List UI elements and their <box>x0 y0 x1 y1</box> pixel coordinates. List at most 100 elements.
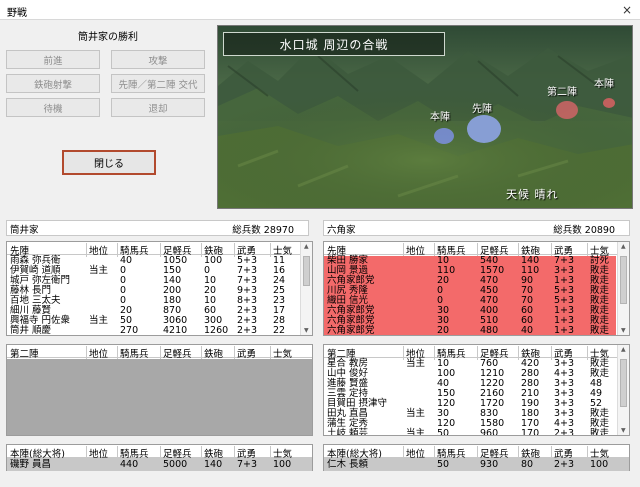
right-daini-table[interactable]: 第二陣 地位 騎馬兵 足軽兵 鉄砲 武勇 士気 星合 教房 当主 10 760 420 3+3 敗走 山中 … <box>323 344 630 436</box>
table-cell: 100 <box>273 459 292 470</box>
wait-button[interactable]: 待機 <box>6 98 100 117</box>
table-cell: 磯野 員昌 <box>10 459 52 470</box>
scroll-up-icon[interactable]: ▲ <box>621 346 626 353</box>
col-header-unit: 第二陣 <box>10 349 39 360</box>
col-header-rank: 地位 <box>86 346 108 360</box>
table-cell: 480 <box>480 325 499 336</box>
table-cell: 筒井 順慶 <box>10 325 52 336</box>
col-header-valor: 武勇 <box>234 346 256 360</box>
map-label-left-senjin: 先陣 <box>472 104 492 115</box>
right-clan-name: 六角家 <box>327 225 356 236</box>
table-cell: 土岐 頼芸 <box>327 428 369 436</box>
table-cell: 80 <box>521 459 534 470</box>
scroll-down-icon[interactable]: ▼ <box>621 327 626 334</box>
table-cell: 100 <box>590 459 609 470</box>
left-troop-total: 総兵数 28970 <box>232 225 294 236</box>
close-icon[interactable]: × <box>622 3 632 17</box>
table-cell: 1+3 <box>554 325 575 336</box>
battle-location-title: 水口城 周辺の合戦 <box>223 32 445 56</box>
table-row[interactable]: 六角家郎党 20 480 40 1+3 敗走 <box>324 325 616 336</box>
weather-label: 天候 晴れ <box>506 188 559 201</box>
table-cell: 1260 <box>204 325 229 336</box>
hq-commander-row[interactable]: 磯野 員昌 440 5000 140 7+3 100 <box>7 458 312 471</box>
col-header-rank: 地位 <box>86 243 108 257</box>
table-cell: 敗走 <box>590 428 610 436</box>
right-clan-header: 六角家 総兵数 20890 <box>323 220 630 236</box>
table-cell: 2+3 <box>554 428 575 436</box>
table-scrollbar[interactable]: ▲ ▼ <box>617 242 629 335</box>
right-daini-marker <box>556 101 578 119</box>
right-honjin-table: 本陣(総大将) 地位 騎馬兵 足軽兵 鉄砲 武勇 士気 仁木 長頼 50 930 80 2+3 100 <box>323 444 630 471</box>
table-scrollbar[interactable]: ▲ ▼ <box>300 242 312 335</box>
battle-result-label: 筒井家の勝利 <box>78 32 138 43</box>
map-label-right-daini: 第二陣 <box>547 87 577 98</box>
table-cell: 930 <box>480 459 499 470</box>
col-header-guns: 鉄砲 <box>201 346 223 360</box>
hq-header: 本陣(総大将) 地位 騎馬兵 足軽兵 鉄砲 武勇 士気 <box>324 445 629 460</box>
scroll-down-icon[interactable]: ▼ <box>304 327 309 334</box>
table-cell: 20 <box>437 325 450 336</box>
table-scrollbar[interactable]: ▲ ▼ <box>617 345 629 435</box>
hq-commander-row[interactable]: 仁木 長頼 50 930 80 2+3 100 <box>324 458 629 471</box>
table-cell: 当主 <box>89 265 109 276</box>
table-cell: 40 <box>521 325 534 336</box>
battle-window: 野戦 × 筒井家の勝利 前進 攻撃 鉄砲射撃 先陣／第二陣 交代 待機 退却 閉… <box>0 0 640 487</box>
close-button[interactable]: 閉じる <box>62 150 156 175</box>
table-cell: 50 <box>437 459 450 470</box>
table-cell: 22 <box>273 325 286 336</box>
table-cell: 仁木 長頼 <box>327 459 369 470</box>
table-cell: 当主 <box>406 408 426 419</box>
scroll-thumb[interactable] <box>303 256 310 286</box>
table-header: 第二陣 地位 騎馬兵 足軽兵 鉄砲 武勇 士気 <box>7 345 312 360</box>
col-header-rank: 地位 <box>403 243 425 257</box>
right-troop-total: 総兵数 20890 <box>553 225 615 236</box>
left-honjin-table: 本陣(総大将) 地位 騎馬兵 足軽兵 鉄砲 武勇 士気 磯野 員昌 440 5000 140 7+3 1… <box>6 444 313 471</box>
left-clan-name: 筒井家 <box>10 225 39 236</box>
table-row[interactable]: 土岐 頼芸 当主 50 960 170 2+3 敗走 <box>324 429 616 436</box>
gun-fire-button[interactable]: 鉄砲射撃 <box>6 74 100 93</box>
table-header: 先陣 地位 騎馬兵 足軽兵 鉄砲 武勇 士気 <box>7 242 312 257</box>
scroll-down-icon[interactable]: ▼ <box>621 427 626 434</box>
table-cell: 50 <box>437 428 450 436</box>
table-header: 第二陣 地位 騎馬兵 足軽兵 鉄砲 武勇 士気 <box>324 345 629 360</box>
title-bar: 野戦 × <box>0 0 640 20</box>
left-senjin-table[interactable]: 先陣 地位 騎馬兵 足軽兵 鉄砲 武勇 士気 雨森 弥兵衛 40 1050 100 5+3 11 伊賀崎 … <box>6 241 313 336</box>
col-header-foot: 足軽兵 <box>160 346 192 360</box>
table-cell: 当主 <box>406 358 426 369</box>
right-senjin-table[interactable]: 先陣 地位 騎馬兵 足軽兵 鉄砲 武勇 士気 柴田 勝家 10 540 140 7+3 討死 山岡 景過 1… <box>323 241 630 336</box>
table-cell: 2+3 <box>554 459 575 470</box>
retreat-button[interactable]: 退却 <box>111 98 205 117</box>
col-header-morale: 士気 <box>270 346 292 360</box>
table-row[interactable]: 筒井 順慶 270 4210 1260 2+3 22 <box>7 326 299 336</box>
scroll-up-icon[interactable]: ▲ <box>304 243 309 250</box>
hq-header: 本陣(総大将) 地位 騎馬兵 足軽兵 鉄砲 武勇 士気 <box>7 445 312 460</box>
table-header: 先陣 地位 騎馬兵 足軽兵 鉄砲 武勇 士気 <box>324 242 629 257</box>
table-cell: 170 <box>521 428 540 436</box>
left-senjin-marker <box>467 115 501 143</box>
left-clan-header: 筒井家 総兵数 28970 <box>6 220 309 236</box>
table-cell: 7+3 <box>237 459 258 470</box>
col-header-cavalry: 騎馬兵 <box>117 346 149 360</box>
empty-unit-area <box>7 359 312 435</box>
table-cell: 当主 <box>89 315 109 326</box>
left-daini-table[interactable]: 第二陣 地位 騎馬兵 足軽兵 鉄砲 武勇 士気 <box>6 344 313 436</box>
scroll-thumb[interactable] <box>620 256 627 304</box>
swap-vanguard-button[interactable]: 先陣／第二陣 交代 <box>111 74 205 93</box>
table-cell: 270 <box>120 325 139 336</box>
advance-button[interactable]: 前進 <box>6 50 100 69</box>
right-honjin-marker <box>603 98 615 108</box>
window-title: 野戦 <box>7 8 27 19</box>
table-cell: 960 <box>480 428 499 436</box>
battle-map: 水口城 周辺の合戦 本陣 先陣 第二陣 本陣 天候 晴れ <box>217 25 633 209</box>
table-cell: 六角家郎党 <box>327 325 375 336</box>
scroll-thumb[interactable] <box>620 359 627 407</box>
table-cell: 140 <box>204 459 223 470</box>
attack-button[interactable]: 攻撃 <box>111 50 205 69</box>
table-cell: 2+3 <box>237 325 258 336</box>
map-label-right-honjin: 本陣 <box>594 79 614 90</box>
table-cell: 440 <box>120 459 139 470</box>
table-cell: 4210 <box>163 325 188 336</box>
table-cell: 5000 <box>163 459 188 470</box>
map-label-left-honjin: 本陣 <box>430 112 450 123</box>
scroll-up-icon[interactable]: ▲ <box>621 243 626 250</box>
